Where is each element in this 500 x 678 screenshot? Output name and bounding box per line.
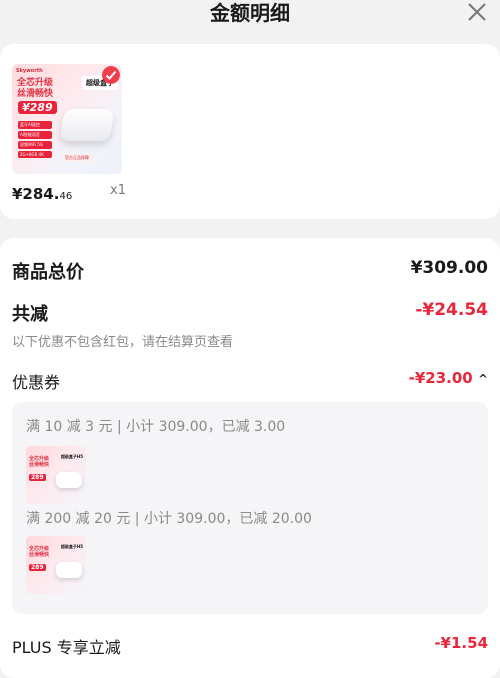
plus-discount-row: PLUS 专享立减 -¥1.54 — [12, 634, 488, 658]
product-quantity: x1 — [110, 183, 126, 198]
product-price-tag: ¥289 — [18, 101, 57, 114]
coupon-value[interactable]: -¥23.00 ^ — [409, 369, 488, 387]
discount-row: 共减 -¥24.54 — [12, 300, 488, 326]
discount-value: -¥24.54 — [415, 300, 488, 320]
discount-note: 以下优惠不包含红包，请在结算页查看 — [12, 335, 234, 350]
product-footline: 官方正品保障 — [62, 154, 92, 162]
total-row: 商品总价 ¥309.00 — [12, 258, 488, 284]
product-box-graphic — [59, 109, 115, 141]
header: 金额明细 — [0, 0, 500, 30]
coupon-detail-box: 满 10 减 3 元 | 小计 309.00，已减 3.00 全芯升级 丝滑畅快 … — [12, 402, 488, 614]
product-feature-chips: 蓝牙AI遥控 AI智能语音 双频WiFi 5G 2G+8GB 4K — [18, 119, 52, 158]
coupon-product-thumb-2: 全芯升级 丝滑畅快 289 超级盒子H5 — [26, 536, 86, 594]
coupon-product-thumb-1: 全芯升级 丝滑畅快 289 超级盒子H5 — [26, 446, 86, 504]
coupon-line-2: 满 200 减 20 元 | 小计 309.00，已减 20.00 — [26, 511, 312, 527]
page-title: 金额明细 — [210, 1, 290, 25]
product-image[interactable]: Skyworth 全芯升级 丝滑畅快 ¥289 蓝牙AI遥控 AI智能语音 双频… — [12, 64, 122, 174]
coupon-row[interactable]: 优惠券 -¥23.00 ^ — [12, 369, 488, 393]
plus-label: PLUS 专享立减 — [12, 638, 121, 657]
product-slogan: 全芯升级 丝滑畅快 — [17, 78, 54, 99]
product-card: Skyworth 全芯升级 丝滑畅快 ¥289 蓝牙AI遥控 AI智能语音 双频… — [0, 44, 500, 219]
coupon-label: 优惠券 — [12, 373, 61, 392]
chevron-up-icon[interactable]: ^ — [478, 372, 488, 386]
check-icon — [102, 66, 120, 84]
discount-label: 共减 — [12, 304, 48, 325]
close-icon[interactable] — [466, 1, 488, 23]
coupon-line-1: 满 10 减 3 元 | 小计 309.00，已减 3.00 — [26, 419, 286, 435]
total-label: 商品总价 — [12, 262, 84, 283]
product-brand: Skyworth — [16, 68, 43, 74]
plus-value: -¥1.54 — [434, 634, 488, 652]
total-value: ¥309.00 — [410, 258, 488, 278]
